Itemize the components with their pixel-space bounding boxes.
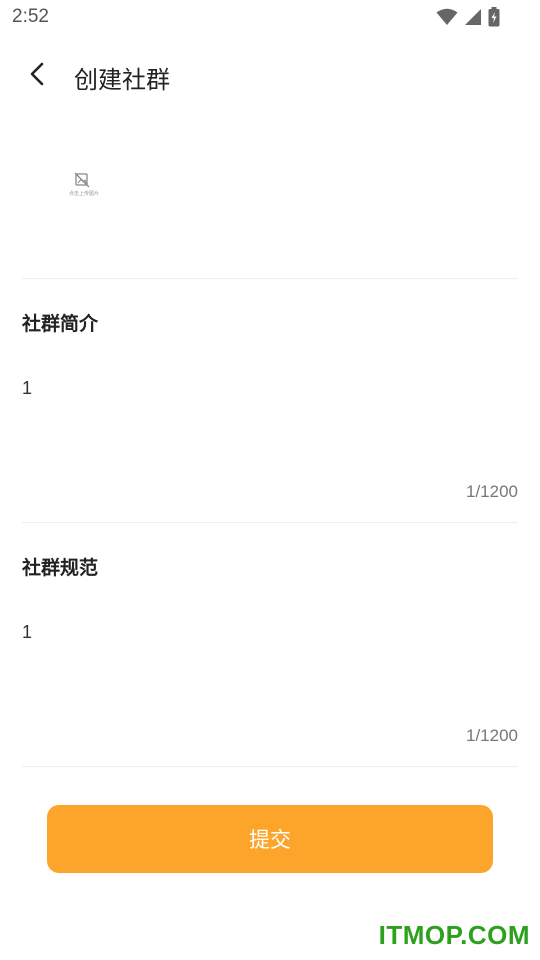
divider	[22, 522, 518, 523]
rules-textarea[interactable]: 1	[22, 622, 32, 643]
battery-charging-icon	[488, 7, 500, 31]
app-bar: 创建社群	[0, 46, 540, 106]
rules-label: 社群规范	[22, 557, 99, 579]
status-icons	[436, 7, 500, 31]
submit-label: 提交	[249, 829, 291, 852]
watermark: ITMOP.COM	[378, 920, 530, 950]
divider	[22, 278, 518, 279]
image-upload[interactable]: 点击上传图片	[62, 166, 106, 206]
submit-button[interactable]: 提交	[47, 805, 493, 873]
wifi-icon	[436, 8, 458, 30]
intro-textarea[interactable]: 1	[22, 378, 32, 399]
chevron-left-icon	[28, 62, 48, 90]
intro-char-counter: 1/1200	[466, 482, 518, 501]
image-placeholder-icon	[74, 172, 90, 192]
page-title: 创建社群	[74, 66, 170, 94]
signal-icon	[464, 8, 482, 30]
rules-char-counter: 1/1200	[466, 726, 518, 745]
status-bar: 2:52	[0, 0, 540, 36]
back-button[interactable]	[20, 58, 56, 94]
divider	[22, 766, 518, 767]
upload-hint: 点击上传图片	[68, 191, 99, 197]
intro-label: 社群简介	[22, 313, 99, 335]
status-time: 2:52	[12, 6, 49, 27]
